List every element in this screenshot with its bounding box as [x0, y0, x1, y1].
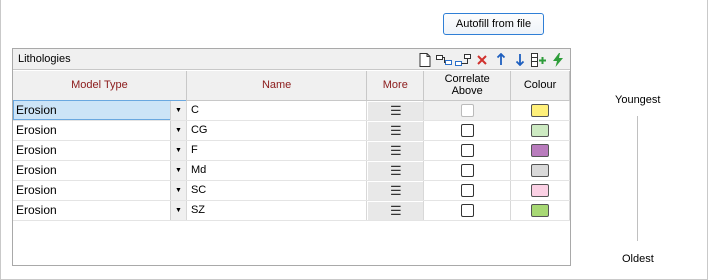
lithologies-grid: Model Type Name More Correlate Above Col… — [13, 71, 570, 221]
header-model-type[interactable]: Model Type — [13, 71, 187, 101]
correlate-above-checkbox[interactable] — [460, 203, 474, 217]
correlate-above-checkbox[interactable] — [460, 183, 474, 197]
table-row[interactable]: Erosion ▼ C ☰ — [13, 100, 570, 121]
colour-cell — [510, 100, 570, 121]
insert-row-icon[interactable] — [435, 51, 452, 68]
chevron-down-icon[interactable]: ▼ — [169, 160, 186, 180]
colour-cell — [510, 200, 570, 221]
more-menu-icon[interactable]: ☰ — [367, 200, 424, 220]
table-row[interactable]: Erosion ▼ SC ☰ — [13, 180, 570, 201]
colour-cell — [510, 140, 570, 161]
chevron-down-icon[interactable]: ▼ — [169, 180, 186, 200]
chevron-down-icon[interactable]: ▼ — [169, 100, 186, 120]
correlate-above-cell — [423, 160, 512, 181]
colour-cell — [510, 120, 570, 141]
colour-swatch[interactable] — [531, 163, 550, 177]
colour-swatch[interactable] — [531, 203, 550, 217]
append-row-icon[interactable] — [454, 51, 471, 68]
model-type-select[interactable]: Erosion ▼ — [13, 100, 187, 121]
header-correlate-above[interactable]: Correlate Above — [423, 71, 512, 101]
name-cell[interactable]: F — [186, 140, 368, 161]
model-type-value: Erosion — [16, 203, 57, 217]
name-cell[interactable]: C — [186, 100, 368, 121]
more-cell: ☰ — [366, 120, 425, 141]
table-row[interactable]: Erosion ▼ SZ ☰ — [13, 200, 570, 221]
colour-swatch[interactable] — [531, 183, 550, 197]
move-up-icon[interactable] — [492, 51, 509, 68]
grid-header-row: Model Type Name More Correlate Above Col… — [13, 71, 570, 101]
lightning-icon[interactable] — [549, 51, 566, 68]
oldest-label: Oldest — [622, 253, 654, 265]
correlate-above-checkbox[interactable] — [460, 163, 474, 177]
delete-icon[interactable] — [473, 51, 490, 68]
age-scale-line — [637, 116, 638, 241]
model-type-select[interactable]: Erosion ▼ — [13, 160, 187, 181]
colour-swatch[interactable] — [531, 123, 550, 137]
model-type-value: Erosion — [16, 143, 57, 157]
colour-swatch[interactable] — [531, 143, 550, 157]
new-document-icon[interactable] — [416, 51, 433, 68]
model-type-select[interactable]: Erosion ▼ — [13, 140, 187, 161]
panel-title: Lithologies — [18, 53, 71, 65]
correlate-above-cell — [423, 180, 512, 201]
model-type-value: Erosion — [16, 163, 57, 177]
model-type-select[interactable]: Erosion ▼ — [13, 120, 187, 141]
header-name[interactable]: Name — [186, 71, 368, 101]
more-cell: ☰ — [366, 140, 425, 161]
more-cell: ☰ — [366, 200, 425, 221]
chevron-down-icon[interactable]: ▼ — [169, 120, 186, 140]
chevron-down-icon[interactable]: ▼ — [169, 200, 186, 220]
name-cell[interactable]: CG — [186, 120, 368, 141]
correlate-above-checkbox[interactable] — [460, 143, 474, 157]
model-type-value: Erosion — [16, 123, 57, 137]
more-menu-icon[interactable]: ☰ — [367, 100, 424, 120]
grid-toolbar — [414, 51, 566, 68]
header-more[interactable]: More — [366, 71, 425, 101]
move-down-icon[interactable] — [511, 51, 528, 68]
chevron-down-icon[interactable]: ▼ — [169, 140, 186, 160]
lithologies-panel: Lithologies Model Type Name More Correla… — [12, 48, 571, 266]
model-type-select[interactable]: Erosion ▼ — [13, 200, 187, 221]
correlate-above-cell — [423, 140, 512, 161]
more-menu-icon[interactable]: ☰ — [367, 120, 424, 140]
header-correlate-line1: Correlate — [444, 73, 490, 86]
table-row[interactable]: Erosion ▼ Md ☰ — [13, 160, 570, 181]
colour-cell — [510, 160, 570, 181]
header-correlate-line2: Above — [451, 85, 483, 98]
name-cell[interactable]: Md — [186, 160, 368, 181]
correlate-above-cell — [423, 120, 512, 141]
name-cell[interactable]: SZ — [186, 200, 368, 221]
panel-header: Lithologies — [13, 49, 570, 70]
correlate-above-checkbox — [460, 103, 474, 117]
model-type-value: Erosion — [16, 103, 57, 117]
correlate-above-cell — [423, 100, 512, 121]
autofill-from-file-button[interactable]: Autofill from file — [443, 13, 544, 35]
colour-swatch[interactable] — [531, 103, 550, 117]
table-row[interactable]: Erosion ▼ F ☰ — [13, 140, 570, 161]
add-column-icon[interactable] — [530, 51, 547, 68]
youngest-label: Youngest — [615, 94, 661, 106]
model-type-select[interactable]: Erosion ▼ — [13, 180, 187, 201]
more-menu-icon[interactable]: ☰ — [367, 160, 424, 180]
more-menu-icon[interactable]: ☰ — [367, 140, 424, 160]
table-row[interactable]: Erosion ▼ CG ☰ — [13, 120, 570, 141]
more-menu-icon[interactable]: ☰ — [367, 180, 424, 200]
more-cell: ☰ — [366, 100, 425, 121]
more-cell: ☰ — [366, 160, 425, 181]
correlate-above-checkbox[interactable] — [460, 123, 474, 137]
name-cell[interactable]: SC — [186, 180, 368, 201]
model-type-value: Erosion — [16, 183, 57, 197]
colour-cell — [510, 180, 570, 201]
more-cell: ☰ — [366, 180, 425, 201]
header-colour[interactable]: Colour — [510, 71, 570, 101]
correlate-above-cell — [423, 200, 512, 221]
